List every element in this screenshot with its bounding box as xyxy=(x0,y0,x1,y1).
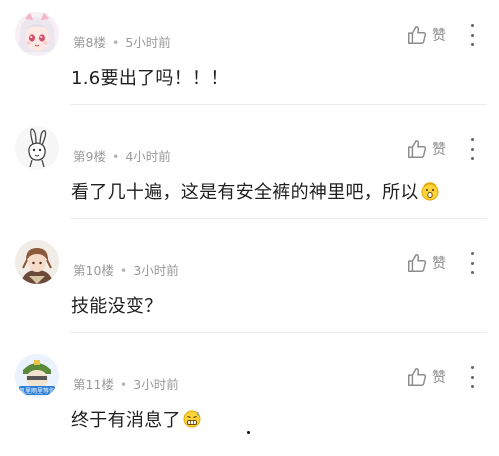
more-options-button[interactable] xyxy=(464,24,480,46)
post-time: 5小时前 xyxy=(125,35,171,50)
like-button[interactable]: 赞 xyxy=(406,137,446,161)
thumbs-up-icon xyxy=(408,368,427,386)
separator-dot: • xyxy=(111,149,120,164)
comment-item-floor-8: 第8楼 • 5小时前 赞 1.6要出了吗！！！ xyxy=(0,0,499,114)
floor-meta: 第8楼 • 5小时前 xyxy=(73,32,171,51)
floor-number: 第9楼 xyxy=(73,149,106,164)
floor-meta: 第11楼 • 3小时前 xyxy=(73,374,179,393)
comment-text: 看了几十遍，这是有安全裤的神里吧，所以 xyxy=(71,178,440,204)
more-vertical-icon xyxy=(470,366,474,369)
badge-character-avatar-icon: 风里雨里等你 xyxy=(15,354,59,398)
divider xyxy=(70,218,487,219)
avatar[interactable]: 风里雨里等你 xyxy=(15,354,59,398)
more-vertical-icon xyxy=(470,24,474,27)
anime-girl-avatar-icon xyxy=(15,12,59,56)
floor-number: 第11楼 xyxy=(73,377,114,392)
comment-item-floor-10: 第10楼 • 3小时前 赞 技能没变？ xyxy=(0,228,499,342)
divider xyxy=(70,104,487,105)
avatar-badge-text: 风里雨里等你 xyxy=(19,387,55,395)
like-label: 赞 xyxy=(432,370,446,386)
post-time: 3小时前 xyxy=(133,377,179,392)
more-options-button[interactable] xyxy=(464,366,480,388)
floor-number: 第10楼 xyxy=(73,263,114,278)
separator-dot: • xyxy=(119,377,128,392)
like-button[interactable]: 赞 xyxy=(406,365,446,389)
character-avatar-icon xyxy=(15,240,59,284)
more-vertical-icon xyxy=(470,252,474,255)
more-options-button[interactable] xyxy=(464,252,480,274)
more-options-button[interactable] xyxy=(464,138,480,160)
comment-text-body: 看了几十遍，这是有安全裤的神里吧，所以 xyxy=(71,182,419,203)
grimace-emoji-icon xyxy=(183,410,201,428)
comment-text: 1.6要出了吗！！！ xyxy=(71,68,229,89)
like-label: 赞 xyxy=(432,142,446,158)
comment-text: 技能没变？ xyxy=(71,296,163,317)
thumbs-up-icon xyxy=(408,140,427,158)
avatar[interactable] xyxy=(15,12,59,56)
like-label: 赞 xyxy=(432,28,446,44)
floor-meta: 第10楼 • 3小时前 xyxy=(73,260,179,279)
like-button[interactable]: 赞 xyxy=(406,23,446,47)
floor-number: 第8楼 xyxy=(73,35,106,50)
post-time: 3小时前 xyxy=(133,263,179,278)
surprised-emoji-icon xyxy=(421,182,439,201)
rabbit-doodle-avatar-icon xyxy=(15,126,59,170)
comment-text: 终于有消息了 xyxy=(71,406,202,432)
thumbs-up-icon xyxy=(408,26,427,44)
comment-item-floor-11: 风里雨里等你 第11楼 • 3小时前 赞 终于有消息了 xyxy=(0,342,499,456)
more-vertical-icon xyxy=(470,138,474,141)
avatar[interactable] xyxy=(15,126,59,170)
floor-meta: 第9楼 • 4小时前 xyxy=(73,146,171,165)
avatar[interactable] xyxy=(15,240,59,284)
comment-text-body: 终于有消息了 xyxy=(71,410,181,431)
thumbs-up-icon xyxy=(408,254,427,272)
divider xyxy=(70,332,487,333)
separator-dot: • xyxy=(119,263,128,278)
stray-dot xyxy=(247,431,250,434)
post-time: 4小时前 xyxy=(125,149,171,164)
comment-item-floor-9: 第9楼 • 4小时前 赞 看了几十遍，这是有安全裤的神里吧，所以 xyxy=(0,114,499,228)
separator-dot: • xyxy=(111,35,120,50)
like-button[interactable]: 赞 xyxy=(406,251,446,275)
like-label: 赞 xyxy=(432,256,446,272)
